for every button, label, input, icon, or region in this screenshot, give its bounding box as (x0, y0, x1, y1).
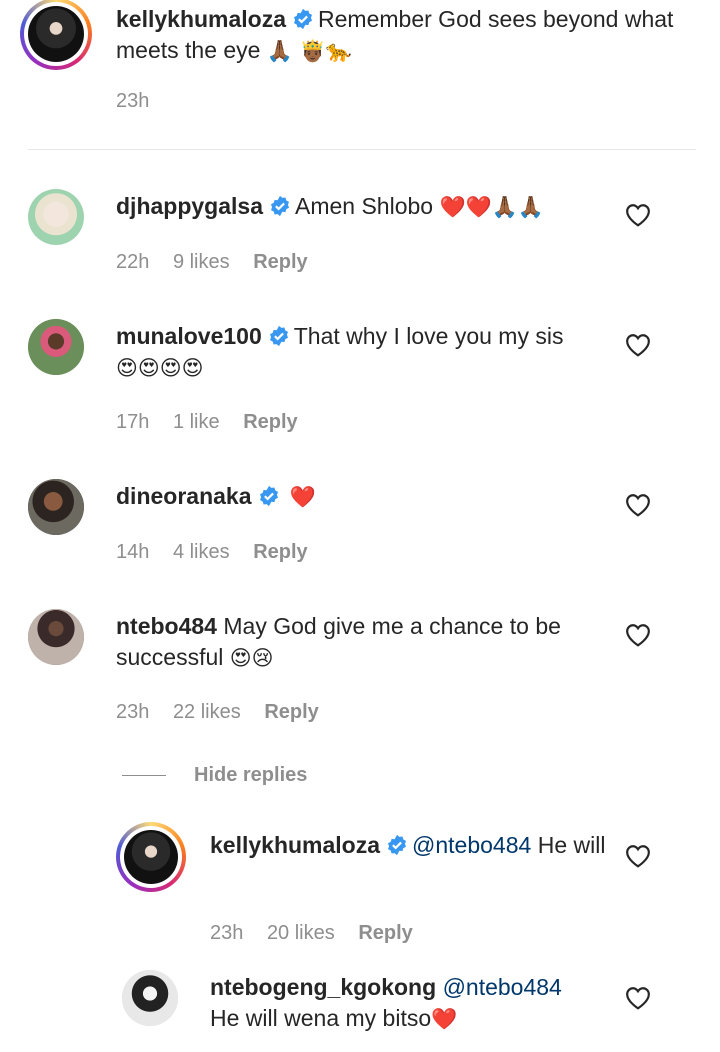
replier-avatar[interactable] (116, 822, 186, 892)
comment-emojis: ❤️❤️🙏🏾🙏🏾 (439, 195, 545, 219)
reply-likes[interactable]: 20 likes (267, 922, 335, 944)
reply-button[interactable]: Reply (253, 541, 307, 563)
comment-meta: 14h 4 likes Reply (116, 541, 326, 564)
like-heart-icon[interactable] (625, 623, 651, 647)
comment-time: 17h (116, 411, 150, 433)
replier-avatar[interactable] (122, 970, 178, 1026)
reply-text: kellykhumaloza @ntebo484 He will (210, 830, 610, 861)
reply-meta: 23h 20 likes Reply (210, 922, 431, 945)
caption-text: kellykhumaloza Remember God sees beyond w… (116, 4, 676, 67)
reply-mention[interactable]: @ntebo484 (443, 974, 562, 1000)
comment-text: djhappygalsa Amen Shlobo ❤️❤️🙏🏾🙏🏾 (116, 191, 606, 223)
comment-username[interactable]: dineoranaka (116, 483, 252, 509)
comment-username[interactable]: djhappygalsa (116, 193, 263, 219)
comment-meta: 23h 22 likes Reply (116, 701, 337, 724)
verified-badge-icon (269, 325, 288, 347)
comment-time: 14h (116, 541, 150, 563)
comment-meta: 22h 9 likes Reply (116, 251, 326, 274)
hide-replies-line (122, 774, 166, 776)
reply-username[interactable]: ntebogeng_kgokong (210, 974, 436, 1000)
verified-badge-icon (271, 195, 289, 217)
reply-button[interactable]: Reply (264, 701, 318, 723)
comment-likes[interactable]: 22 likes (173, 701, 241, 723)
comment-username[interactable]: munalove100 (116, 323, 262, 349)
reply-button[interactable]: Reply (253, 251, 307, 273)
hide-replies-label[interactable]: Hide replies (194, 764, 307, 787)
verified-badge-icon (294, 8, 313, 30)
commenter-avatar[interactable] (28, 609, 84, 665)
post-caption: kellykhumaloza Remember God sees beyond w… (0, 0, 720, 150)
divider (28, 149, 696, 150)
comment-text: dineoranaka ❤️ (116, 481, 606, 513)
comment-emojis: ❤️ (289, 485, 317, 509)
reply-body: He will wena my bitso (210, 1005, 432, 1031)
like-heart-icon[interactable] (625, 333, 651, 357)
comment-time: 23h (116, 701, 150, 723)
comment-likes[interactable]: 4 likes (173, 541, 230, 563)
comment-time: 22h (116, 251, 150, 273)
commenter-avatar[interactable] (28, 479, 84, 535)
caption-avatar[interactable] (20, 0, 92, 70)
reply-username[interactable]: kellykhumaloza (210, 832, 380, 858)
comment-likes[interactable]: 1 like (173, 411, 220, 433)
comment-meta: 17h 1 like Reply (116, 411, 316, 434)
comment-emojis: 😍😢 (229, 646, 274, 670)
reply-button[interactable]: Reply (358, 922, 412, 944)
commenter-avatar[interactable] (28, 319, 84, 375)
like-heart-icon[interactable] (625, 986, 651, 1010)
caption-time: 23h (116, 90, 150, 112)
like-heart-icon[interactable] (625, 844, 651, 868)
reply-emojis: ❤️ (431, 1007, 458, 1031)
verified-badge-icon (388, 834, 407, 856)
like-heart-icon[interactable] (625, 203, 651, 227)
caption-meta: 23h (116, 90, 167, 113)
caption-username[interactable]: kellykhumaloza (116, 6, 286, 32)
reply-time: 23h (210, 922, 244, 944)
comment-username[interactable]: ntebo484 (116, 613, 217, 639)
comment-body: That why I love you my sis (293, 323, 564, 349)
comment-likes[interactable]: 9 likes (173, 251, 230, 273)
verified-badge-icon (259, 485, 278, 507)
comment-body: Amen Shlobo (294, 193, 434, 219)
caption-emojis: 🙏🏾 🤴🏾🐆 (266, 39, 352, 63)
like-heart-icon[interactable] (625, 493, 651, 517)
hide-replies-button[interactable]: Hide replies (122, 762, 307, 788)
comment-emojis: 😍😍😍😍 (116, 356, 204, 380)
reply-mention[interactable]: @ntebo484 (412, 832, 531, 858)
comment-text: munalove100 That why I love you my sis 😍😍… (116, 321, 606, 384)
reply-button[interactable]: Reply (243, 411, 297, 433)
comment-text: ntebo484 May God give me a chance to be … (116, 611, 606, 674)
reply-text: ntebogeng_kgokong @ntebo484 He will wena… (210, 972, 610, 1035)
reply-body: He will (537, 832, 606, 858)
commenter-avatar[interactable] (28, 189, 84, 245)
